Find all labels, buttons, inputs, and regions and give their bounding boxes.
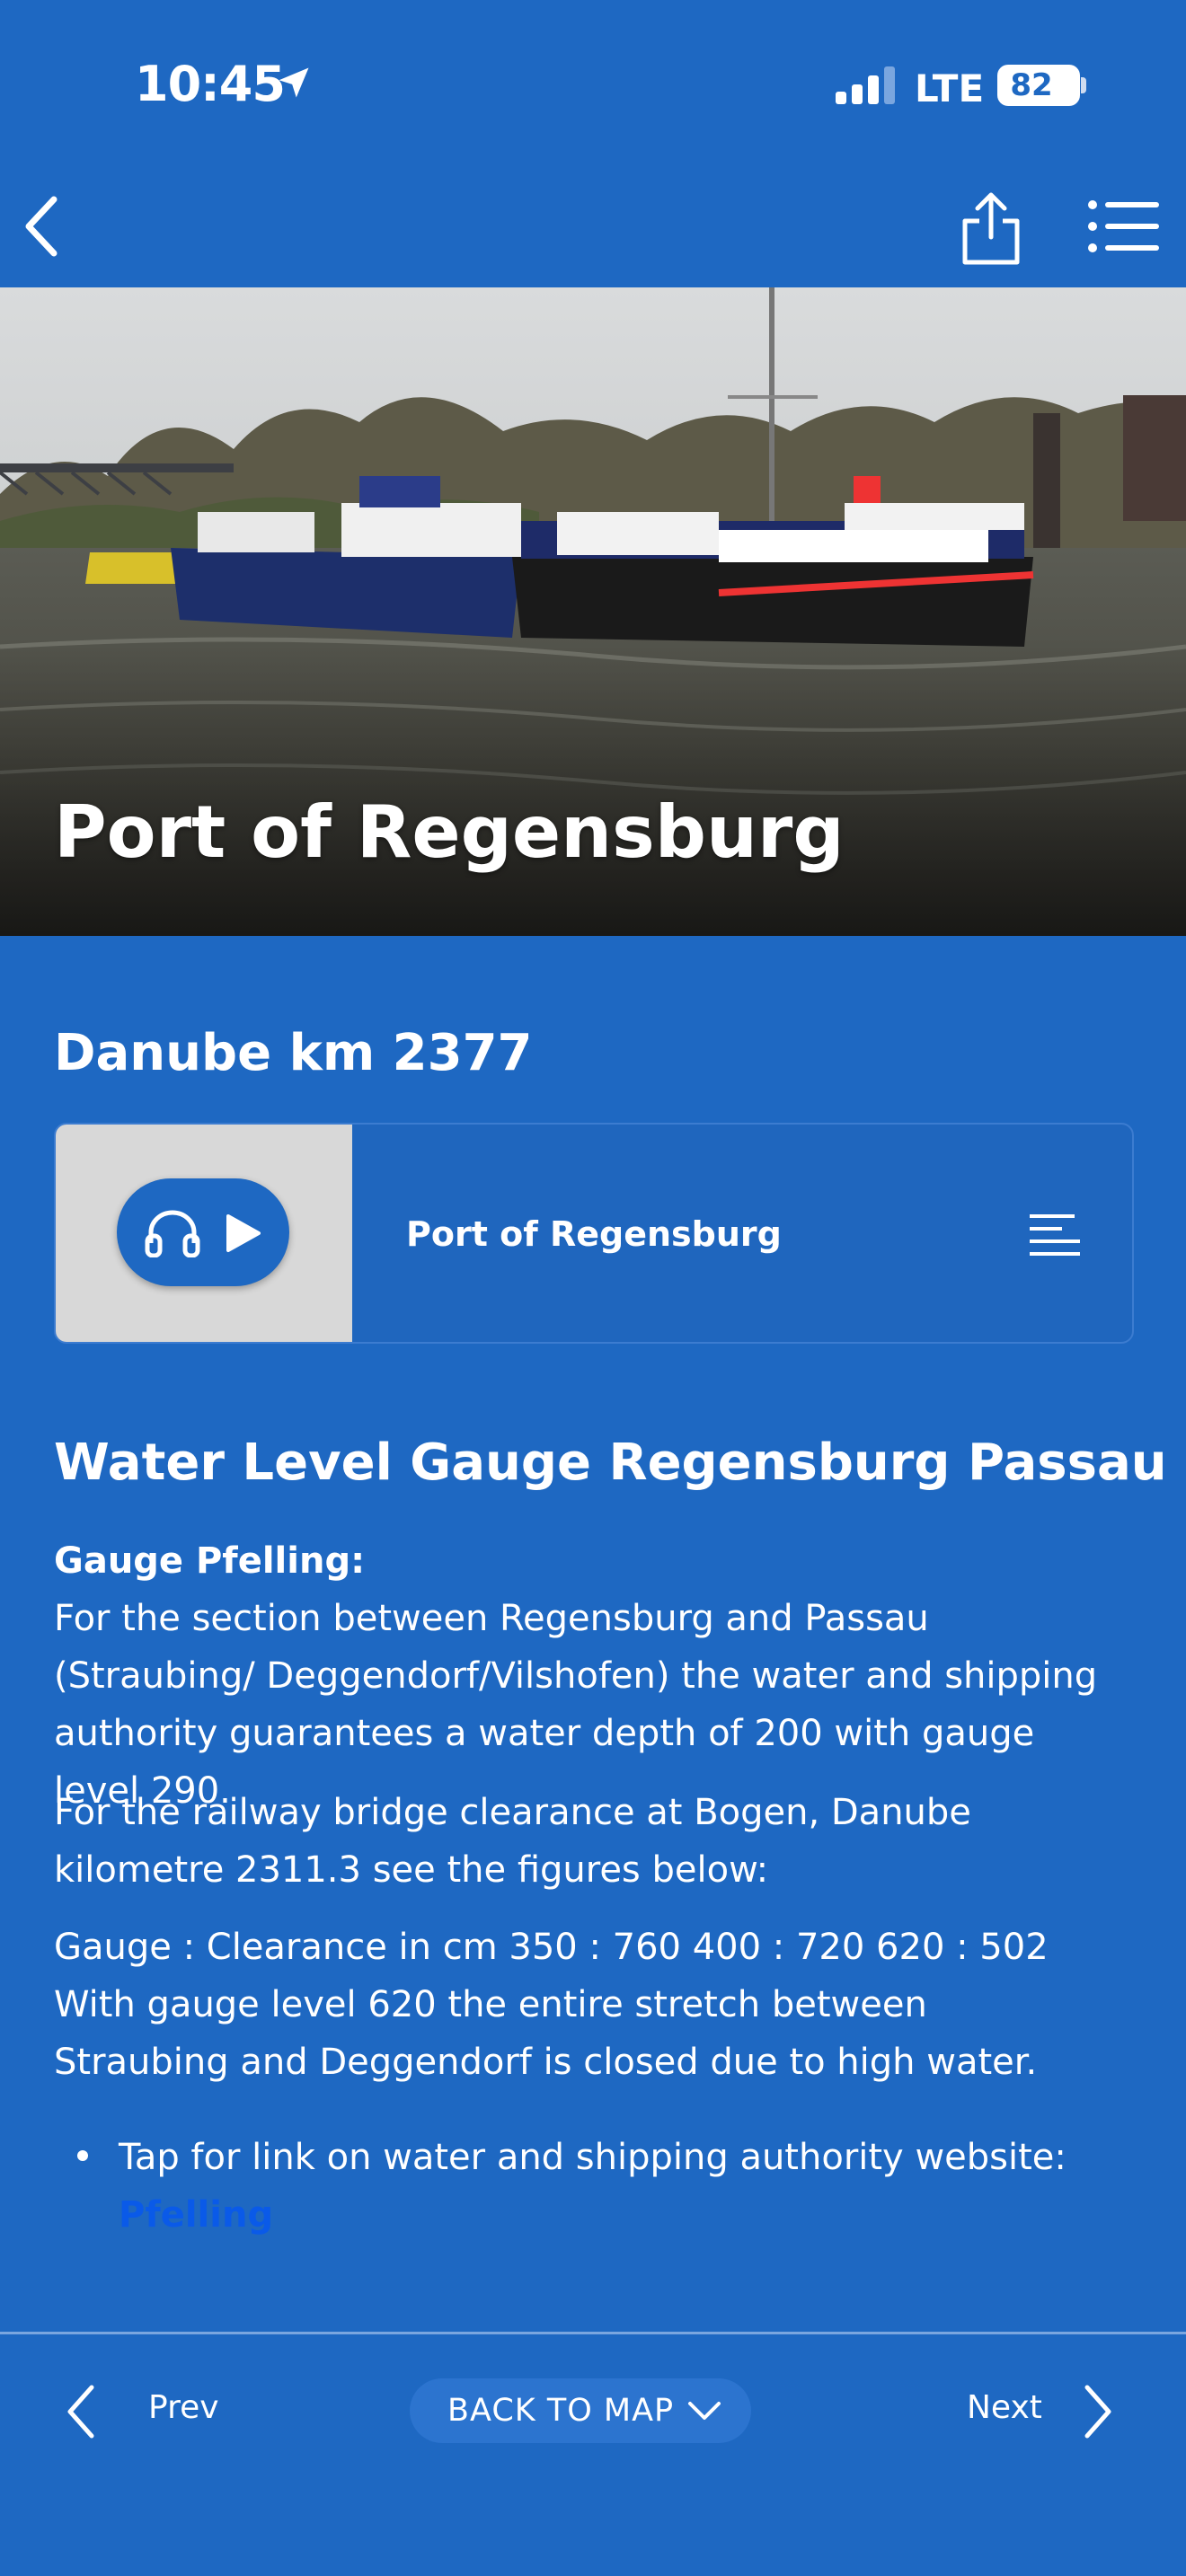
chevron-left-icon [67, 2385, 94, 2439]
back-to-map-label: BACK TO MAP [447, 2393, 675, 2429]
home-area [0, 2479, 1186, 2576]
audio-thumbnail [56, 1125, 352, 1342]
status-bar: 10:45 LTE 82 [0, 0, 1186, 171]
play-icon [226, 1214, 261, 1252]
next-button[interactable]: Next [952, 2378, 1132, 2443]
share-icon[interactable] [958, 190, 1024, 266]
prev-button[interactable]: Prev [63, 2378, 243, 2443]
battery-level: 82 [1010, 67, 1053, 103]
section-title: Water Level Gauge Regensburg Passau [54, 1434, 1167, 1492]
bottom-divider [0, 2332, 1186, 2334]
pfelling-link[interactable]: Pfelling [119, 2186, 1116, 2244]
back-to-map-button[interactable]: BACK TO MAP [410, 2378, 751, 2443]
transcript-icon[interactable] [1028, 1211, 1082, 1259]
page-title: Port of Regensburg [54, 790, 845, 874]
audio-title: Port of Regensburg [406, 1214, 782, 1254]
bullet-text: Tap for link on water and shipping autho… [119, 2137, 1067, 2178]
audio-card[interactable]: Port of Regensburg [54, 1123, 1134, 1344]
location-arrow-icon [279, 67, 309, 98]
headphones-icon [145, 1210, 200, 1257]
network-type: LTE [915, 66, 985, 110]
location-subheading: Danube km 2377 [54, 1024, 533, 1082]
gauge-label: Gauge Pfelling: [54, 1540, 366, 1582]
paragraph-1: For the section between Regensburg and P… [54, 1598, 1098, 1812]
prev-label: Prev [148, 2389, 219, 2426]
bullet-icon [77, 2150, 88, 2161]
battery-cap [1081, 77, 1086, 93]
chevron-down-icon [688, 2402, 721, 2420]
audio-play-button[interactable] [117, 1178, 289, 1286]
chevron-right-icon [1084, 2385, 1111, 2439]
list-icon[interactable] [1087, 198, 1159, 255]
chevron-left-icon[interactable] [18, 190, 72, 262]
list-item: Tap for link on water and shipping autho… [77, 2129, 1116, 2244]
paragraph-3: Gauge : Clearance in cm 350 : 760 400 : … [54, 1927, 1049, 2083]
paragraph-2: For the railway bridge clearance at Boge… [54, 1792, 971, 1891]
status-time: 10:45 [135, 56, 286, 112]
battery-icon: 82 [997, 65, 1080, 106]
cellular-signal-icon [836, 66, 895, 104]
next-label: Next [967, 2389, 1042, 2426]
gauge-paragraph: Gauge Pfelling: For the section between … [54, 1532, 1105, 1820]
